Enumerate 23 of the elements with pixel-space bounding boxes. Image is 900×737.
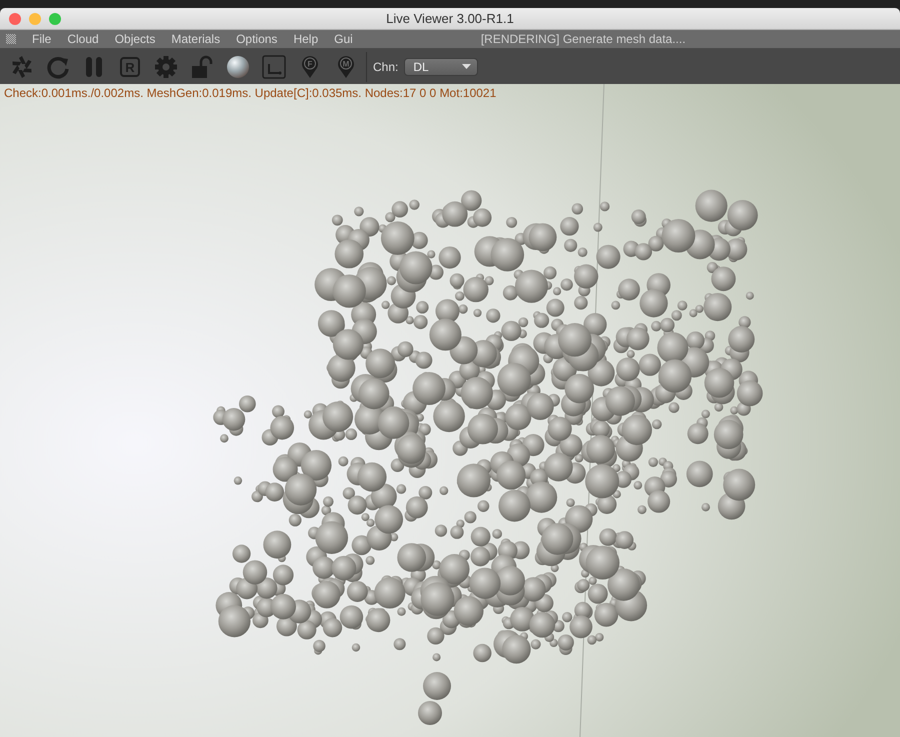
minimize-button[interactable] bbox=[29, 12, 41, 25]
channel-label: Chn: bbox=[373, 60, 398, 74]
menu-item[interactable]: Cloud bbox=[59, 32, 107, 46]
gear-icon[interactable] bbox=[154, 54, 178, 79]
aperture-icon[interactable] bbox=[10, 54, 34, 79]
menu-item[interactable]: File bbox=[24, 32, 60, 46]
menu-item[interactable]: Materials bbox=[163, 32, 228, 46]
render-status: [RENDERING] Generate mesh data.... bbox=[480, 32, 686, 46]
unlocked-padlock-icon[interactable] bbox=[190, 54, 214, 79]
refresh-icon[interactable] bbox=[46, 54, 70, 79]
close-button[interactable] bbox=[9, 12, 21, 25]
stats-readout: Check:0.001ms./0.002ms. MeshGen:0.019ms. Update[C]:0.035ms. Nodes:17 0 0 Mot:10021 bbox=[4, 86, 496, 100]
channel-dropdown[interactable]: DL bbox=[404, 58, 478, 76]
caret-icon bbox=[462, 64, 472, 70]
menu-item[interactable]: Gui bbox=[326, 32, 361, 46]
menu-item[interactable]: Objects bbox=[106, 32, 164, 46]
menu-item[interactable]: Options bbox=[228, 32, 286, 46]
grip-icon[interactable] bbox=[6, 34, 16, 44]
zoom-button[interactable] bbox=[49, 12, 61, 25]
sphere-icon[interactable] bbox=[226, 54, 250, 79]
region-icon[interactable] bbox=[262, 54, 286, 79]
window-title: Live Viewer 3.00-R1.1 bbox=[386, 11, 514, 26]
menu-item[interactable]: Help bbox=[285, 32, 326, 46]
